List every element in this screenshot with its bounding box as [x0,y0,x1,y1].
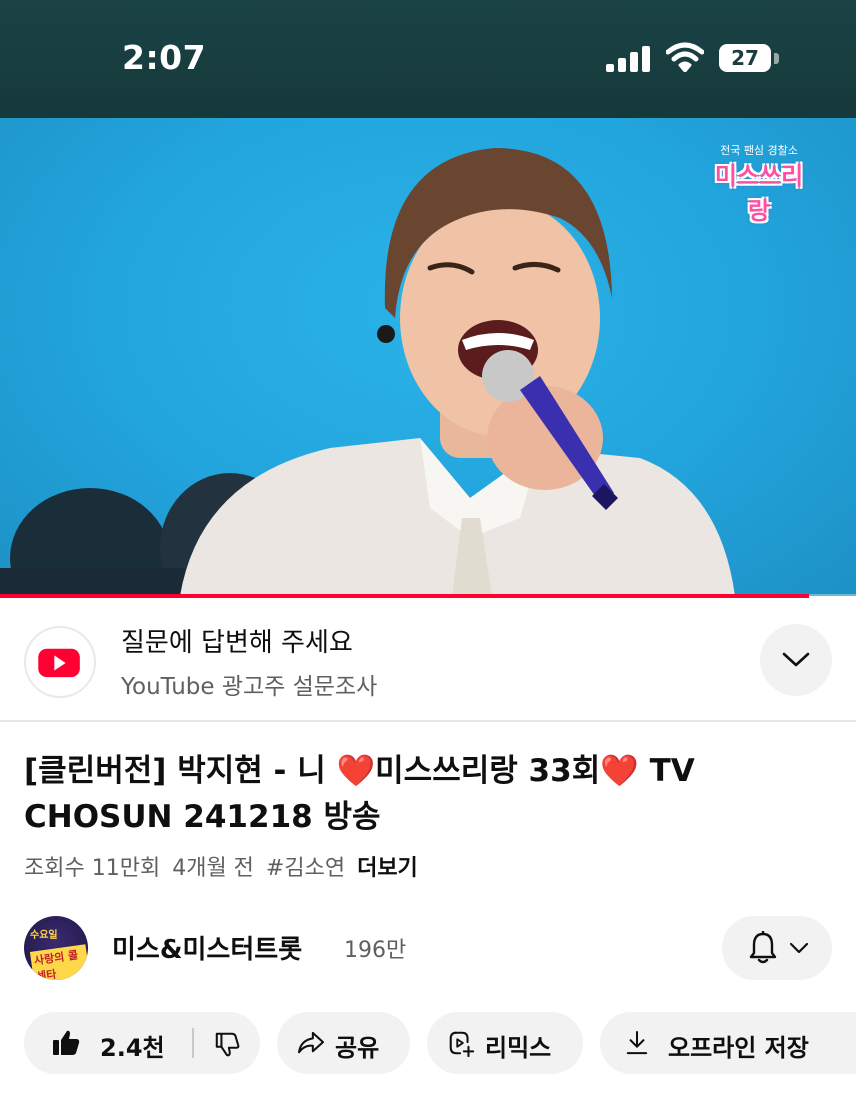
title-part2: 미스쓰리랑 33회 [375,753,601,789]
bell-icon [749,931,777,964]
survey-card[interactable]: 질문에 답변해 주세요 YouTube 광고주 설문조사 [0,598,856,722]
view-count: 조회수 11만회 [24,856,161,881]
download-label: 오프라인 저장 [668,1034,809,1062]
notification-bell-button[interactable] [722,916,832,980]
pill-divider [192,1028,194,1058]
video-meta[interactable]: 조회수 11만회 4개월 전 #김소연 더보기 [24,850,430,882]
remix-label: 리믹스 [485,1034,552,1062]
wifi-icon [666,42,704,72]
channel-name[interactable]: 미스&미스터트롯 [112,929,302,966]
share-button[interactable]: 공유 [277,1012,410,1074]
battery-cap [774,53,779,64]
like-dislike-pill: 2.4천 [24,1012,260,1074]
remix-button[interactable]: 리믹스 [427,1012,583,1074]
cellular-signal-icon [606,46,650,72]
battery-icon: 27 [719,44,771,72]
remix-icon [449,1031,475,1057]
status-time: 2:07 [122,38,207,77]
avatar-text-bottom: 사랑의 콜센타 [29,944,88,980]
subscriber-count: 196만 [344,938,407,963]
chevron-down-icon [782,652,810,667]
like-count[interactable]: 2.4천 [100,1028,165,1063]
video-player[interactable]: 전국 팬심 경찰소 미스쓰리랑 [0,118,856,596]
thumbs-down-icon[interactable] [214,1031,240,1057]
status-bar: 2:07 27 [0,0,856,118]
survey-subtitle: YouTube 광고주 설문조사 [121,674,378,700]
download-icon [626,1030,648,1055]
share-label: 공유 [335,1034,380,1062]
upload-age: 4개월 전 [172,856,254,881]
more-link[interactable]: 더보기 [357,856,418,881]
thumbs-up-icon[interactable] [52,1029,80,1057]
channel-avatar[interactable]: 수요일 사랑의 콜센타 [24,916,88,980]
chevron-down-icon [790,943,808,953]
heart-emoji-1: ❤️ [336,753,376,789]
show-watermark-logo: 전국 팬심 경찰소 미스쓰리랑 [704,140,814,225]
youtube-logo-icon [24,626,96,698]
battery-level: 27 [731,46,759,70]
watermark-title: 미스쓰리랑 [714,162,804,225]
title-part1: [클린버전] 박지현 - 니 [24,753,337,789]
video-title[interactable]: [클린버전] 박지현 - 니 ❤️미스쓰리랑 33회❤️ TV CHOSUN 2… [24,748,804,840]
survey-title: 질문에 답변해 주세요 [121,628,353,658]
survey-expand-button[interactable] [760,624,832,696]
share-icon [297,1031,325,1054]
hashtag-link[interactable]: #김소연 [266,856,345,881]
download-button[interactable]: 오프라인 저장 [600,1012,856,1074]
heart-emoji-2: ❤️ [600,753,639,789]
avatar-text-top: 수요일 [30,930,58,941]
